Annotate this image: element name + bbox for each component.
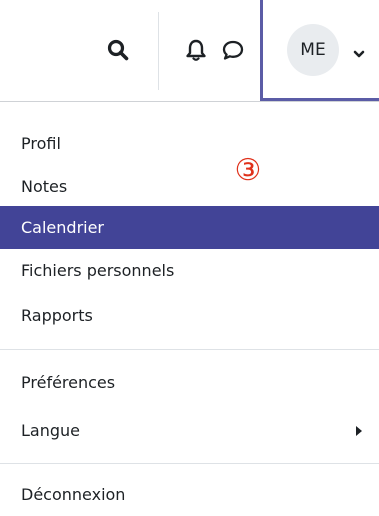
menu-item-deconnexion[interactable]: Déconnexion [0, 473, 379, 516]
user-menu-toggle[interactable]: ME [260, 0, 379, 101]
menu-item-langue[interactable]: Langue [0, 409, 379, 452]
step-number-annotation: ③ [234, 153, 262, 188]
menu-item-label: Préférences [21, 373, 116, 392]
menu-item-preferences[interactable]: Préférences [0, 361, 379, 404]
avatar-initials: ME [300, 40, 326, 60]
menu-item-label: Notes [21, 177, 68, 196]
menu-item-fichiers-personnels[interactable]: Fichiers personnels [0, 249, 379, 292]
chevron-down-icon[interactable] [353, 44, 365, 63]
caret-right-icon [356, 421, 362, 440]
menu-item-label: Calendrier [21, 218, 105, 237]
menu-item-profil[interactable]: Profil [0, 122, 379, 165]
avatar[interactable]: ME [287, 24, 339, 76]
menu-item-label: Fichiers personnels [21, 261, 175, 280]
bell-icon[interactable] [182, 36, 210, 64]
top-navbar: ME [0, 0, 379, 102]
menu-divider [0, 349, 379, 350]
user-dropdown-menu: Profil Notes Calendrier Fichiers personn… [0, 102, 379, 512]
menu-item-label: Profil [21, 134, 61, 153]
menu-item-rapports[interactable]: Rapports [0, 294, 379, 337]
menu-item-label: Langue [21, 421, 80, 440]
menu-item-notes[interactable]: Notes [0, 165, 379, 208]
menu-item-label: Déconnexion [21, 485, 126, 504]
chat-bubble-icon[interactable] [219, 36, 247, 64]
menu-item-label: Rapports [21, 306, 93, 325]
menu-item-calendrier[interactable]: Calendrier [0, 206, 379, 249]
menu-divider [0, 463, 379, 464]
search-icon[interactable] [104, 36, 132, 64]
navbar-divider [158, 12, 159, 90]
